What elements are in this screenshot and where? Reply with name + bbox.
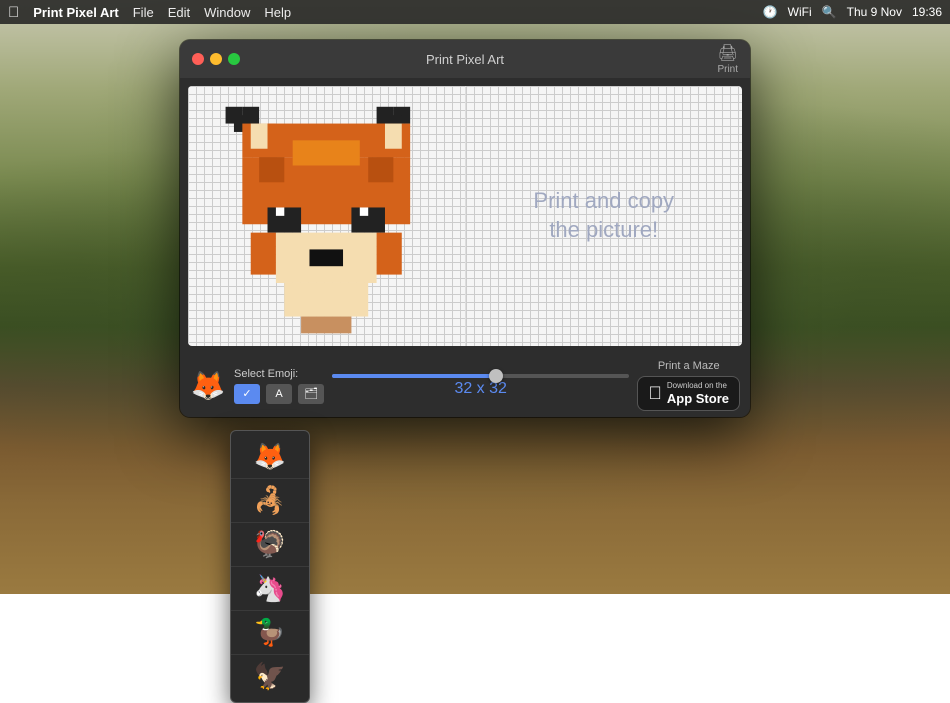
menu-file[interactable]: File — [133, 5, 154, 20]
turkey-emoji-option: 🦃 — [254, 529, 286, 560]
menu-edit[interactable]: Edit — [168, 5, 190, 20]
title-bar: Print Pixel Art 🖨 Print — [180, 40, 750, 78]
pixel-canvas-left — [188, 86, 466, 346]
close-button[interactable] — [192, 53, 204, 65]
menubar-wifi-icon: WiFi — [788, 5, 812, 19]
duck-emoji-option: 🦆 — [254, 617, 286, 648]
folder-button[interactable]: 🗂 — [298, 384, 324, 404]
menubar-clock-icon: 🕐 — [763, 5, 778, 19]
unicorn-emoji-option: 🦄 — [254, 573, 286, 604]
toolbar: 🦊 Select Emoji: ✓ A 🗂 32 x 32 Print a Ma… — [180, 354, 750, 417]
eagle-emoji-option: 🦅 — [254, 661, 286, 692]
print-copy-line1: Print and copy — [533, 187, 674, 216]
app-store-button[interactable]:  Download on the App Store — [637, 376, 740, 411]
size-slider-area: 32 x 32 — [332, 374, 629, 398]
app-window: Print Pixel Art 🖨 Print — [180, 40, 750, 417]
scorpion-emoji-option: 🦂 — [254, 485, 286, 516]
app-store-text: Download on the App Store — [667, 381, 729, 406]
print-copy-text: Print and copy the picture! — [533, 187, 674, 244]
print-label: Print — [717, 64, 738, 75]
print-copy-line2: the picture! — [533, 216, 674, 245]
slider-thumb[interactable] — [489, 369, 503, 383]
minimize-button[interactable] — [210, 53, 222, 65]
slider-fill — [332, 374, 496, 378]
menu-bar-app-name: Print Pixel Art — [33, 5, 118, 20]
apple-logo:  — [8, 4, 19, 21]
window-title: Print Pixel Art — [426, 52, 504, 67]
menubar-datetime: Thu 9 Nov 19:36 — [847, 5, 942, 19]
app-store-name-label: App Store — [667, 391, 729, 407]
print-maze-area: Print a Maze  Download on the App Store — [637, 360, 740, 411]
text-button[interactable]: A — [266, 384, 292, 404]
select-emoji-section: Select Emoji: ✓ A 🗂 — [234, 368, 324, 404]
select-emoji-label: Select Emoji: — [234, 368, 324, 380]
menu-bar-right: 🕐 WiFi 🔍 Thu 9 Nov 19:36 — [763, 5, 942, 19]
menu-bar:  Print Pixel Art File Edit Window Help … — [0, 0, 950, 24]
print-button[interactable]: 🖨 Print — [717, 43, 738, 75]
toolbar-icons: ✓ A 🗂 — [234, 384, 324, 404]
maximize-button[interactable] — [228, 53, 240, 65]
emoji-item-unicorn[interactable]: 🦄 — [231, 567, 309, 611]
menubar-search-icon[interactable]: 🔍 — [822, 5, 837, 19]
size-label: 32 x 32 — [454, 380, 506, 398]
emoji-item-fox[interactable]: 🦊 — [231, 435, 309, 479]
size-slider-track — [332, 374, 629, 378]
apple-app-store-icon:  — [648, 383, 662, 404]
emoji-item-duck[interactable]: 🦆 — [231, 611, 309, 655]
emoji-item-eagle[interactable]: 🦅 — [231, 655, 309, 698]
fox-pixel-art — [192, 90, 461, 346]
traffic-lights — [192, 53, 240, 65]
emoji-dropdown: 🦊 🦂 🦃 🦄 🦆 🦅 — [230, 430, 310, 703]
fox-emoji-option: 🦊 — [254, 441, 286, 472]
menu-bar-left:  Print Pixel Art File Edit Window Help — [8, 4, 291, 21]
download-on-label: Download on the — [667, 381, 729, 391]
emoji-item-turkey[interactable]: 🦃 — [231, 523, 309, 567]
canvas-area: Print and copy the picture! — [188, 86, 742, 346]
fox-emoji: 🦊 — [191, 369, 226, 402]
checkmark-button[interactable]: ✓ — [234, 384, 260, 404]
menu-help[interactable]: Help — [264, 5, 291, 20]
emoji-item-scorpion[interactable]: 🦂 — [231, 479, 309, 523]
pixel-canvas-right: Print and copy the picture! — [466, 86, 743, 346]
print-maze-label: Print a Maze — [658, 360, 720, 372]
menu-window[interactable]: Window — [204, 5, 250, 20]
fox-thumbnail[interactable]: 🦊 — [190, 368, 226, 404]
printer-icon: 🖨 — [718, 43, 738, 63]
